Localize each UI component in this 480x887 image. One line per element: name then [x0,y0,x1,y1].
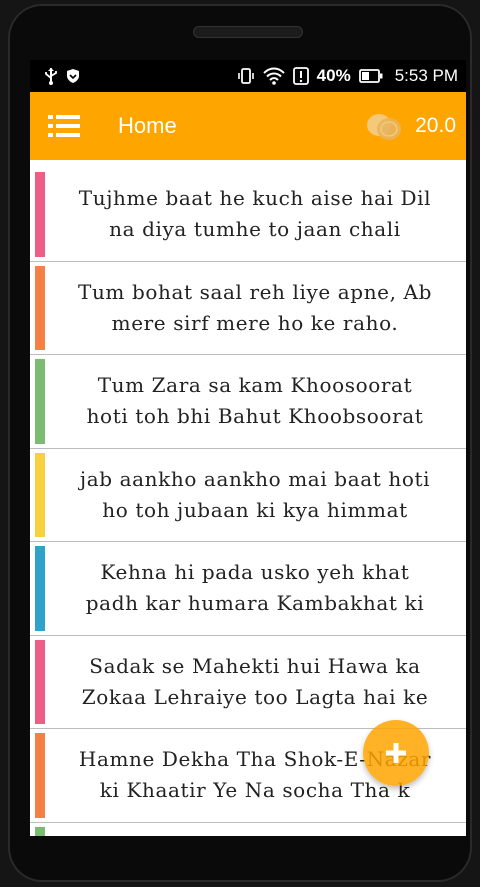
list-item[interactable]: Tujhme baat he kuch aise hai Dil na diya… [30,168,466,262]
list-item[interactable]: Sadak se Mahekti hui Hawa ka Zokaa Lehra… [30,636,466,729]
app-bar: Home 20.0 [30,92,466,160]
add-fab-button[interactable] [363,720,429,786]
phone-frame: 40% 5:53 PM Home 20.0 Tujhme baat he kuc… [8,4,472,882]
color-strip [35,172,45,257]
color-strip [35,265,45,350]
color-strip [35,452,45,537]
clock: 5:53 PM [394,66,458,85]
wifi-icon [262,67,285,85]
page-title: Home [118,113,177,138]
status-bar: 40% 5:53 PM [30,60,466,92]
screen: 40% 5:53 PM Home 20.0 Tujhme baat he kuc… [30,60,466,836]
list-item[interactable]: Kehna hi pada usko yeh khat padh kar hum… [30,542,466,636]
coin-balance: 20.0 [415,114,456,137]
vibrate-icon [237,68,254,84]
shayari-text: Tujhme baat he kuch aise hai Dil na diya… [78,186,432,242]
list-item[interactable]: Tum bohat saal reh liye apne, Ab mere si… [30,262,466,355]
usb-icon [45,68,57,85]
battery-percent: 40% [316,66,351,85]
color-strip [35,359,45,444]
shayari-text: Kehna hi pada usko yeh khat padh kar hum… [85,560,425,616]
list-item[interactable]: jab aankho aankho mai baat hoti ho toh j… [30,449,466,542]
color-strip [35,826,45,836]
color-strip [35,639,45,724]
coins-icon[interactable] [365,111,403,141]
shield-icon [67,69,79,83]
color-strip [35,733,45,818]
shayari-text: Tum Zara sa kam Khoosoorat hoti toh bhi … [86,373,424,429]
menu-list-icon[interactable] [48,114,80,138]
battery-icon [358,69,383,83]
alert-icon [292,67,309,85]
list-item[interactable] [30,823,466,836]
speaker-grille [193,26,303,38]
color-strip [35,546,45,631]
plus-icon [386,743,406,763]
shayari-text: jab aankho aankho mai baat hoti ho toh j… [79,466,431,522]
shayari-text: Sadak se Mahekti hui Hawa ka Zokaa Lehra… [81,653,429,709]
shayari-text: Tum bohat saal reh liye apne, Ab mere si… [78,279,432,335]
list-item[interactable]: Tum Zara sa kam Khoosoorat hoti toh bhi … [30,355,466,449]
